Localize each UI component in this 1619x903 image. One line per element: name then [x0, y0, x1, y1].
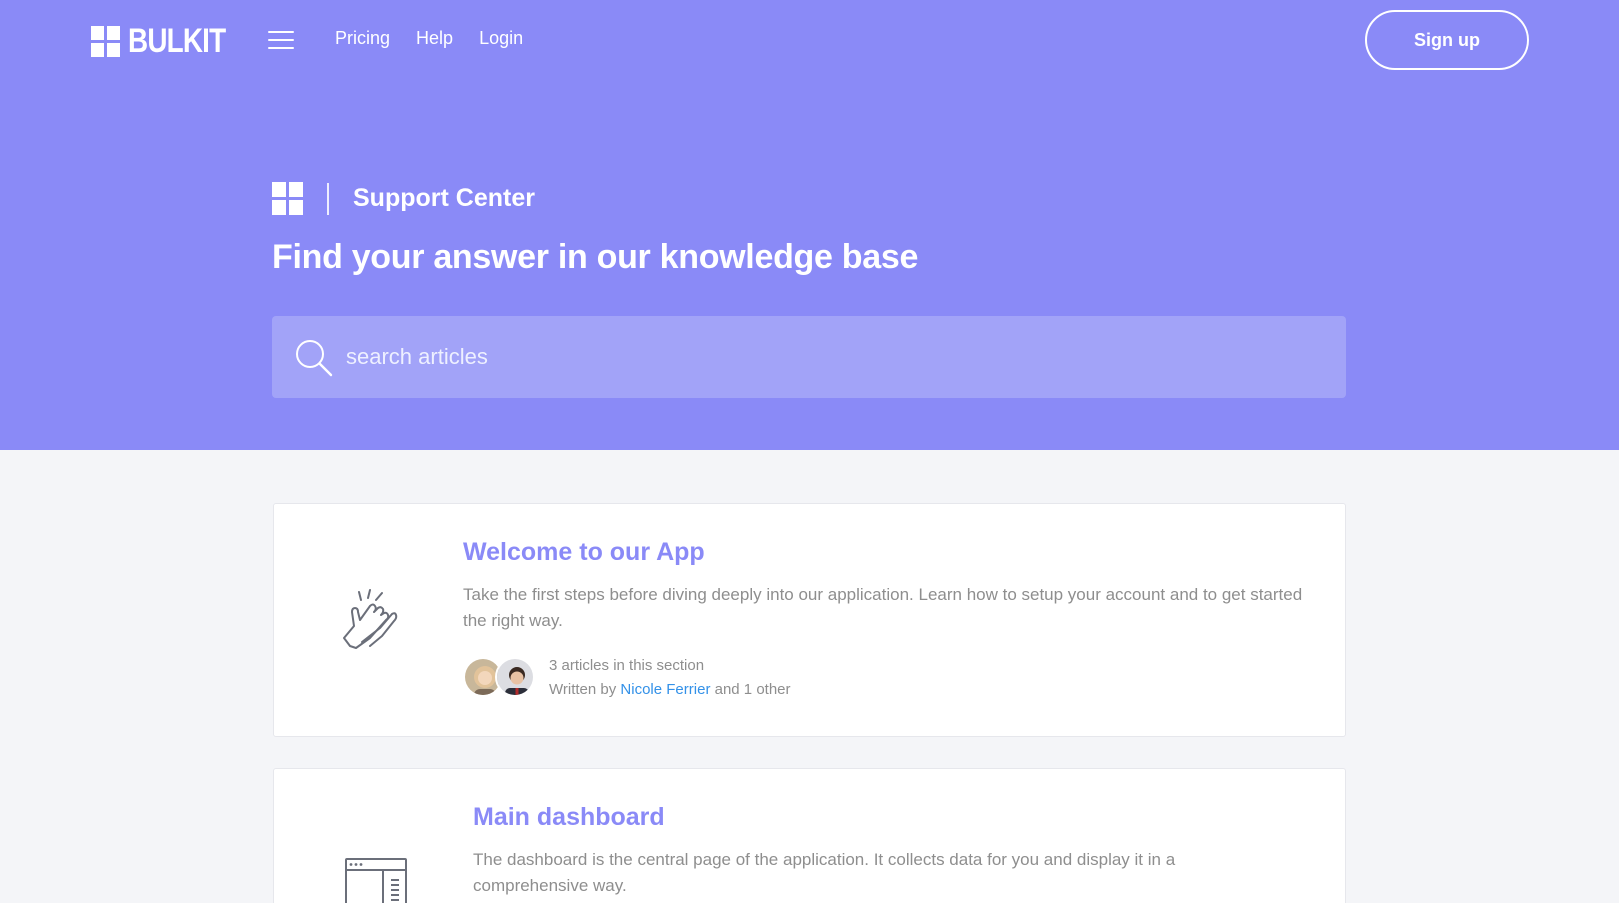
section-description: The dashboard is the central page of the…: [473, 850, 1176, 895]
author-link[interactable]: Nicole Ferrier: [620, 681, 710, 698]
written-by: Written by Nicole Ferrier and 1 other: [549, 678, 791, 702]
section-meta: 3 articles in this section Written by Ni…: [463, 654, 791, 702]
section-card[interactable]: Main dashboard The dashboard is the cent…: [273, 768, 1346, 903]
section-title[interactable]: Main dashboard: [473, 803, 665, 832]
written-by-prefix: Written by: [549, 681, 617, 698]
author-avatars: [463, 657, 541, 699]
nav-link-pricing[interactable]: Pricing: [335, 28, 390, 49]
hamburger-menu-icon[interactable]: [268, 31, 294, 49]
section-title[interactable]: Welcome to our App: [463, 538, 705, 567]
search-bar: [272, 316, 1346, 398]
nav-link-login[interactable]: Login: [479, 28, 523, 49]
brand-logo[interactable]: BULKIT: [91, 24, 247, 58]
clapping-hands-icon: [343, 589, 398, 649]
nav-link-help[interactable]: Help: [416, 28, 453, 49]
signup-button[interactable]: Sign up: [1365, 10, 1529, 70]
logo-grid-icon: [91, 25, 120, 57]
support-grid-icon: [272, 182, 303, 215]
section-description: Take the first steps before diving deepl…: [463, 585, 1303, 630]
brand-name: BULKIT: [128, 22, 226, 60]
article-count: 3 articles in this section: [549, 657, 705, 674]
page-title: Find your answer in our knowledge base: [272, 238, 919, 276]
section-card[interactable]: Welcome to our App Take the first steps …: [273, 503, 1346, 737]
support-title: Support Center: [353, 184, 535, 212]
support-header: Support Center: [272, 182, 535, 215]
nav-links: Pricing Help Login: [335, 28, 523, 49]
written-by-suffix: and 1 other: [714, 681, 791, 698]
avatar[interactable]: [495, 657, 535, 697]
divider: [327, 182, 329, 215]
search-icon: [296, 340, 333, 377]
section-meta-text: 3 articles in this section Written by Ni…: [549, 654, 791, 702]
navbar: BULKIT Pricing Help Login Sign up: [0, 0, 1619, 80]
search-input[interactable]: [346, 316, 1326, 398]
dashboard-window-icon: [345, 858, 407, 903]
